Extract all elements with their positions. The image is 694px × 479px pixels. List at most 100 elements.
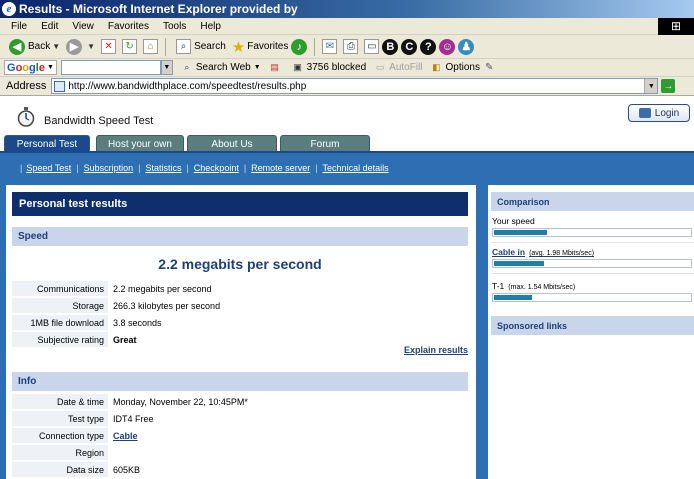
blocked-count: 3756 blocked xyxy=(306,62,367,73)
subnav-technical-details[interactable]: Technical details xyxy=(323,163,389,173)
tab-host-your-own[interactable]: Host your own xyxy=(96,135,184,152)
search-label: Search xyxy=(194,41,226,52)
comparison-panel: Comparison Your speed Cable in (avg. 1.98… xyxy=(488,185,694,479)
site-tabs: Personal Test Host your own About Us For… xyxy=(0,135,694,152)
dropdown-arrow-icon: ▼ xyxy=(46,64,54,71)
back-button[interactable]: ◀ Back ▼ xyxy=(6,37,63,57)
speed-section-header: Speed xyxy=(12,227,468,246)
subnav-statistics[interactable]: Statistics xyxy=(145,163,181,173)
favorites-label: Favorites xyxy=(247,41,289,52)
forward-button[interactable]: ▶ ▼ xyxy=(63,37,98,57)
row-label: 1MB file download xyxy=(12,315,108,330)
row-label: Storage xyxy=(12,298,108,313)
t1-label-row: T-1 (max. 1.54 Mbits/sec) xyxy=(492,281,575,291)
cable-bar xyxy=(492,259,692,268)
google-search-input[interactable] xyxy=(60,60,161,75)
address-url: http://www.bandwidthplace.com/speedtest/… xyxy=(68,80,307,92)
speed-headline: 2.2 megabits per second xyxy=(158,256,322,272)
cable-in-link[interactable]: Cable in (avg. 1.98 Mbits/sec) xyxy=(492,247,594,257)
row-value: 266.3 kilobytes per second xyxy=(113,300,221,311)
site-title: Bandwidth Speed Test xyxy=(44,115,154,127)
pagerank-button[interactable]: ▤ xyxy=(269,62,284,74)
row-label: Connection type xyxy=(12,428,108,443)
edit-icon[interactable]: ▭ xyxy=(364,39,380,54)
table-row: Test type IDT4 Free xyxy=(12,411,468,426)
window-title: Results - Microsoft Internet Explorer pr… xyxy=(19,2,298,16)
google-letter: e xyxy=(38,61,45,74)
stop-icon[interactable]: ✕ xyxy=(101,39,117,54)
row-label: Test type xyxy=(12,411,108,426)
cable-fill xyxy=(494,261,544,266)
web-page: Bandwidth Speed Test Login Personal Test… xyxy=(0,96,694,479)
subnav-remote-server[interactable]: Remote server xyxy=(251,163,310,173)
subnav-checkpoint[interactable]: Checkpoint xyxy=(194,163,239,173)
row-label: Date & time xyxy=(12,394,108,409)
print-icon[interactable]: ⎙ xyxy=(343,39,359,54)
table-row: Storage 266.3 kilobytes per second xyxy=(12,298,468,313)
menu-edit[interactable]: Edit xyxy=(34,21,65,32)
menu-favorites[interactable]: Favorites xyxy=(101,21,156,32)
refresh-icon[interactable]: ↻ xyxy=(122,39,138,54)
autofill-label: AutoFill xyxy=(389,62,423,73)
connection-type-link[interactable]: Cable xyxy=(108,428,468,443)
table-row: Data size 605KB xyxy=(12,462,468,477)
media-icon[interactable]: ♪ xyxy=(291,38,308,55)
address-input[interactable]: http://www.bandwidthplace.com/speedtest/… xyxy=(51,78,659,94)
windows-logo-icon: ⊞ xyxy=(658,17,694,35)
popup-blocker-button[interactable]: ▣ 3756 blocked xyxy=(292,62,367,74)
circle-c-icon[interactable]: C xyxy=(401,38,418,55)
results-panel: Personal test results Speed 2.2 megabits… xyxy=(6,185,476,479)
search-web-button[interactable]: ⌕ Search Web ▼ xyxy=(181,62,260,74)
menu-help[interactable]: Help xyxy=(193,21,228,32)
autofill-icon: ▭ xyxy=(375,62,385,72)
your-speed-label: Your speed xyxy=(492,216,535,226)
tab-personal-test[interactable]: Personal Test xyxy=(4,135,90,152)
messenger-icon[interactable]: ☺ xyxy=(439,38,456,55)
google-letter: g xyxy=(29,61,36,74)
explain-results-link[interactable]: Explain results xyxy=(12,345,468,355)
menu-file[interactable]: File xyxy=(4,21,34,32)
forward-arrow-icon: ▶ xyxy=(66,38,83,55)
dropdown-arrow-icon[interactable]: ▼ xyxy=(160,60,173,75)
t1-bar xyxy=(492,293,692,302)
google-toolbar: Google ▼ ▼ ⌕ Search Web ▼ ▤ ▣ 3756 block… xyxy=(0,59,694,77)
google-logo[interactable]: Google ▼ xyxy=(4,60,57,75)
address-label: Address xyxy=(6,80,47,92)
site-header: Bandwidth Speed Test Login xyxy=(0,96,694,136)
t1-max-note: (max. 1.54 Mbits/sec) xyxy=(508,284,576,291)
t1-label: T-1 xyxy=(492,281,505,291)
popup-blocker-icon: ▣ xyxy=(293,62,302,72)
google-letter: o xyxy=(15,61,23,74)
table-row: 1MB file download 3.8 seconds xyxy=(12,315,468,330)
subnav-speed-test[interactable]: Speed Test xyxy=(26,163,71,173)
cable-avg-note: (avg. 1.98 Mbits/sec) xyxy=(529,250,595,257)
row-label: Data size xyxy=(12,462,108,477)
pencil-icon[interactable]: ✎ xyxy=(485,62,493,73)
options-button[interactable]: ◧ Options xyxy=(431,62,480,74)
divider xyxy=(491,242,694,243)
help-circle-icon[interactable]: ? xyxy=(420,38,437,55)
autofill-button[interactable]: ▭ AutoFill xyxy=(374,62,423,74)
subnav-divider: | xyxy=(138,162,141,173)
dropdown-arrow-icon[interactable]: ▼ xyxy=(52,42,60,51)
star-icon: ★ xyxy=(231,38,246,56)
dropdown-arrow-icon[interactable]: ▼ xyxy=(87,42,95,51)
subnav-subscription[interactable]: Subscription xyxy=(84,163,134,173)
favorites-button[interactable]: ★ Favorites xyxy=(229,37,292,57)
tab-forum[interactable]: Forum xyxy=(280,135,370,152)
page-icon xyxy=(54,80,66,92)
people-icon[interactable]: ♟ xyxy=(458,38,475,55)
mail-icon[interactable]: ✉ xyxy=(322,39,338,54)
circle-b-icon[interactable]: B xyxy=(382,38,399,55)
go-button[interactable]: → xyxy=(661,79,676,93)
row-value: 605KB xyxy=(113,464,141,475)
home-icon[interactable]: ⌂ xyxy=(143,39,159,54)
menu-view[interactable]: View xyxy=(65,21,101,32)
search-button[interactable]: ⌕ Search xyxy=(170,37,229,57)
login-button[interactable]: Login xyxy=(628,104,690,122)
info-section-header: Info xyxy=(12,372,468,391)
menu-tools[interactable]: Tools xyxy=(156,21,193,32)
dropdown-arrow-icon[interactable]: ▼ xyxy=(644,79,658,93)
row-label: Region xyxy=(12,445,108,460)
tab-about-us[interactable]: About Us xyxy=(187,135,277,152)
